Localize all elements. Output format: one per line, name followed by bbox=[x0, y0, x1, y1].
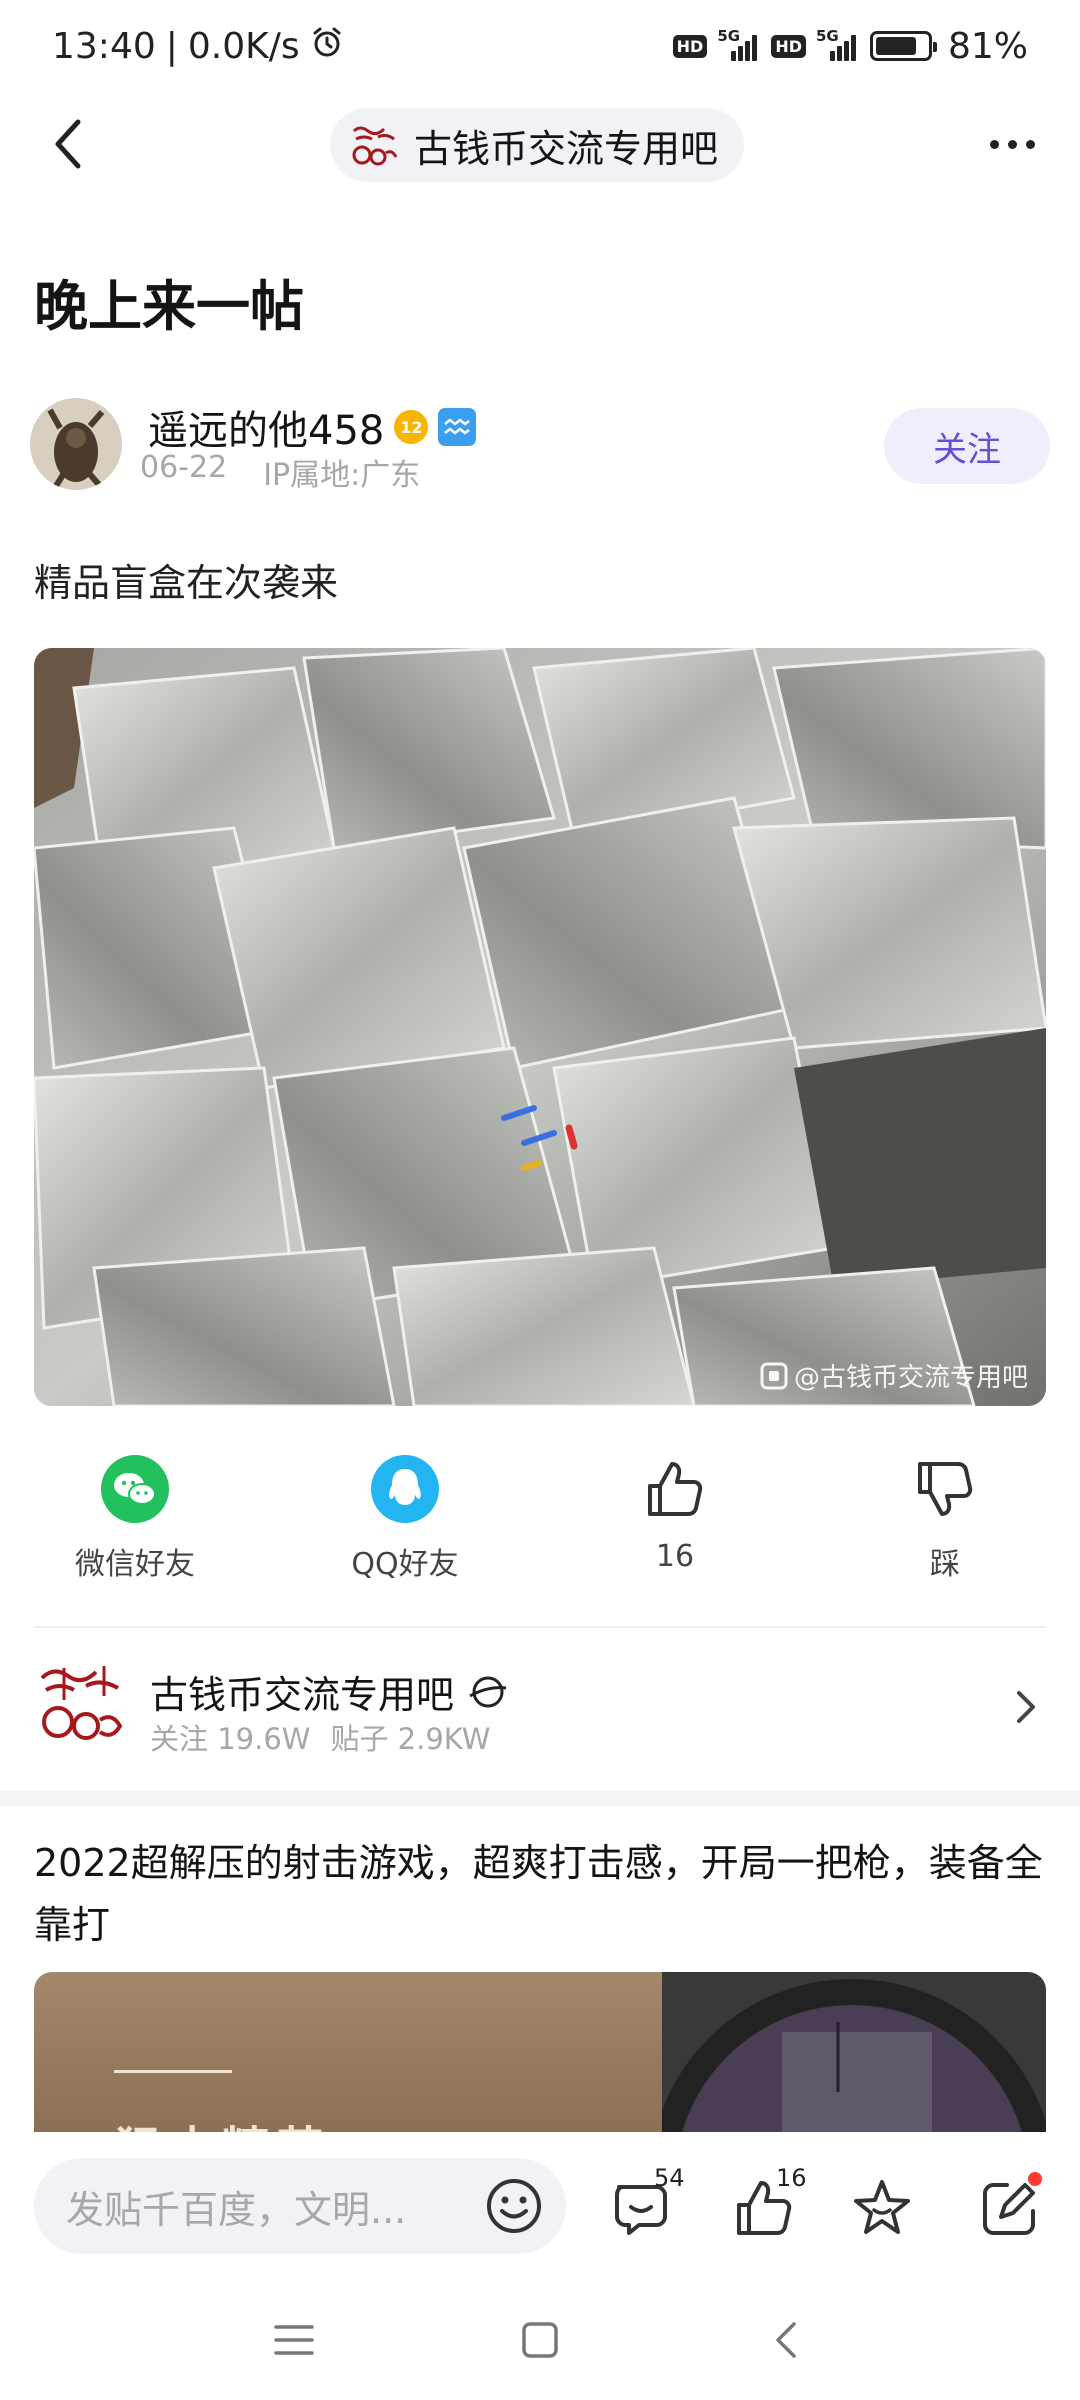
status-right: HD 5G HD 5G 81% bbox=[672, 25, 1028, 67]
bottom-like-count: 16 bbox=[776, 2164, 807, 2192]
status-bar: 13:40 | 0.0K/s HD 5G HD 5G 81% bbox=[0, 0, 1080, 92]
thumbs-up-icon bbox=[641, 1455, 709, 1523]
avatar[interactable] bbox=[30, 398, 122, 490]
battery-fill bbox=[875, 37, 917, 55]
comment-input-placeholder: 发贴千百度，文明... bbox=[66, 2187, 407, 2232]
thumbs-down-icon bbox=[911, 1455, 979, 1523]
status-separator: | bbox=[165, 25, 178, 67]
section-gap bbox=[0, 1790, 1080, 1806]
watermark-text: @古钱币交流专用吧 bbox=[793, 1363, 1028, 1393]
more-options-button[interactable] bbox=[982, 114, 1042, 174]
system-nav-bar bbox=[0, 2282, 1080, 2400]
author-meta: 06-22 IP属地:广东 bbox=[140, 450, 420, 494]
forum-title-pill[interactable]: 古钱币交流专用吧 bbox=[330, 108, 745, 182]
menu-icon bbox=[274, 2325, 314, 2355]
ad-banner-left: 狙击精英 bbox=[34, 1972, 662, 2132]
level-badge: 12 bbox=[394, 410, 429, 444]
chevron-left-icon bbox=[776, 2322, 796, 2358]
star-icon bbox=[854, 2180, 910, 2234]
forum-logo-icon bbox=[352, 126, 398, 166]
dislike-button[interactable]: 踩 bbox=[855, 1455, 1035, 1583]
signal-icon: 5G bbox=[717, 27, 761, 61]
forum-stats: 关注 19.6W 贴子 2.9KW bbox=[150, 1716, 490, 1758]
author-row: 遥远的他458 12 06-22 IP属地:广东 关注 bbox=[30, 398, 1050, 494]
bottom-like-button[interactable]: 16 bbox=[728, 2164, 807, 2244]
post-photo bbox=[34, 648, 1046, 1406]
status-time: 13:40 bbox=[52, 25, 156, 67]
recommended-post-title[interactable]: 2022超解压的射击游戏，超爽打击感，开局一把枪，装备全靠打 bbox=[34, 1832, 1046, 1956]
post-date: 06-22 bbox=[140, 450, 228, 485]
menu-nav-button[interactable] bbox=[264, 2310, 324, 2370]
dot-icon bbox=[989, 139, 999, 149]
status-left: 13:40 | 0.0K/s bbox=[52, 25, 344, 68]
network-type: 5G bbox=[717, 27, 741, 45]
recommended-post-image[interactable]: 狙击精英 bbox=[34, 1972, 1046, 2132]
image-watermark: @古钱币交流专用吧 bbox=[760, 1357, 1028, 1394]
like-button[interactable]: 16 bbox=[585, 1455, 765, 1574]
divider bbox=[34, 1626, 1046, 1628]
forum-title: 古钱币交流专用吧 bbox=[414, 126, 719, 171]
share-button[interactable] bbox=[974, 2172, 1046, 2244]
wechat-icon bbox=[101, 1455, 169, 1523]
dislike-label: 踩 bbox=[930, 1547, 960, 1582]
notification-dot bbox=[1028, 2172, 1042, 2186]
edit-share-icon bbox=[983, 2183, 1035, 2235]
banner-text: 狙击精英 bbox=[114, 2110, 330, 2132]
comment-count: 54 bbox=[654, 2164, 685, 2192]
dot-icon bbox=[1007, 139, 1017, 149]
ip-location: IP属地:广东 bbox=[263, 458, 421, 493]
signal-icon-2: 5G bbox=[816, 27, 860, 61]
chevron-right-icon bbox=[1006, 1682, 1046, 1732]
forum-followers: 关注 19.6W bbox=[150, 1722, 311, 1756]
favorite-button[interactable] bbox=[846, 2172, 918, 2244]
comment-button[interactable]: 54 bbox=[606, 2164, 685, 2244]
forum-name: 古钱币交流专用吧 bbox=[150, 1673, 455, 1717]
share-row: 微信好友 QQ好友 16 踩 bbox=[0, 1455, 1080, 1585]
ad-banner-right bbox=[662, 1972, 1046, 2132]
back-nav-button[interactable] bbox=[756, 2310, 816, 2370]
post-title: 晚上来一帖 bbox=[34, 275, 304, 338]
forum-name-row: 古钱币交流专用吧 bbox=[150, 1664, 508, 1719]
status-speed: 0.0K/s bbox=[187, 25, 300, 67]
aquarius-icon bbox=[438, 408, 477, 446]
battery-icon bbox=[869, 31, 937, 61]
comment-input[interactable]: 发贴千百度，文明... bbox=[34, 2158, 566, 2254]
banner-rule bbox=[114, 2070, 232, 2073]
forum-logo-icon bbox=[34, 1660, 126, 1752]
alarm-icon bbox=[310, 25, 344, 68]
network-type-2: 5G bbox=[815, 27, 839, 45]
square-home-icon bbox=[522, 2322, 558, 2358]
chevron-left-icon bbox=[55, 119, 81, 169]
share-qq-label: QQ好友 bbox=[351, 1547, 459, 1582]
author-name[interactable]: 遥远的他458 bbox=[148, 398, 384, 456]
forum-card[interactable]: 古钱币交流专用吧 关注 19.6W 贴子 2.9KW bbox=[34, 1660, 1046, 1760]
author-name-row: 遥远的他458 12 bbox=[148, 398, 477, 456]
follow-button[interactable]: 关注 bbox=[884, 408, 1050, 484]
bottom-action-bar: 发贴千百度，文明... 54 16 bbox=[0, 2132, 1080, 2282]
battery-percent: 81% bbox=[947, 25, 1028, 67]
home-nav-button[interactable] bbox=[510, 2310, 570, 2370]
qq-icon bbox=[371, 1455, 439, 1523]
watermark-logo-icon bbox=[760, 1362, 788, 1389]
share-wechat-label: 微信好友 bbox=[75, 1547, 195, 1582]
hd-badge: HD bbox=[672, 34, 708, 58]
planet-icon bbox=[469, 1676, 507, 1707]
back-button[interactable] bbox=[38, 114, 98, 174]
dot-icon bbox=[1025, 139, 1035, 149]
forum-posts: 贴子 2.9KW bbox=[330, 1722, 491, 1756]
emoji-icon[interactable] bbox=[484, 2176, 544, 2236]
like-count: 16 bbox=[655, 1539, 695, 1574]
post-image[interactable]: @古钱币交流专用吧 bbox=[34, 648, 1046, 1406]
share-wechat[interactable]: 微信好友 bbox=[45, 1455, 225, 1583]
top-nav: 古钱币交流专用吧 bbox=[0, 92, 1080, 198]
post-body-text: 精品盲盒在次袭来 bbox=[34, 561, 339, 605]
hd-badge-2: HD bbox=[771, 34, 806, 58]
share-qq[interactable]: QQ好友 bbox=[315, 1455, 495, 1583]
